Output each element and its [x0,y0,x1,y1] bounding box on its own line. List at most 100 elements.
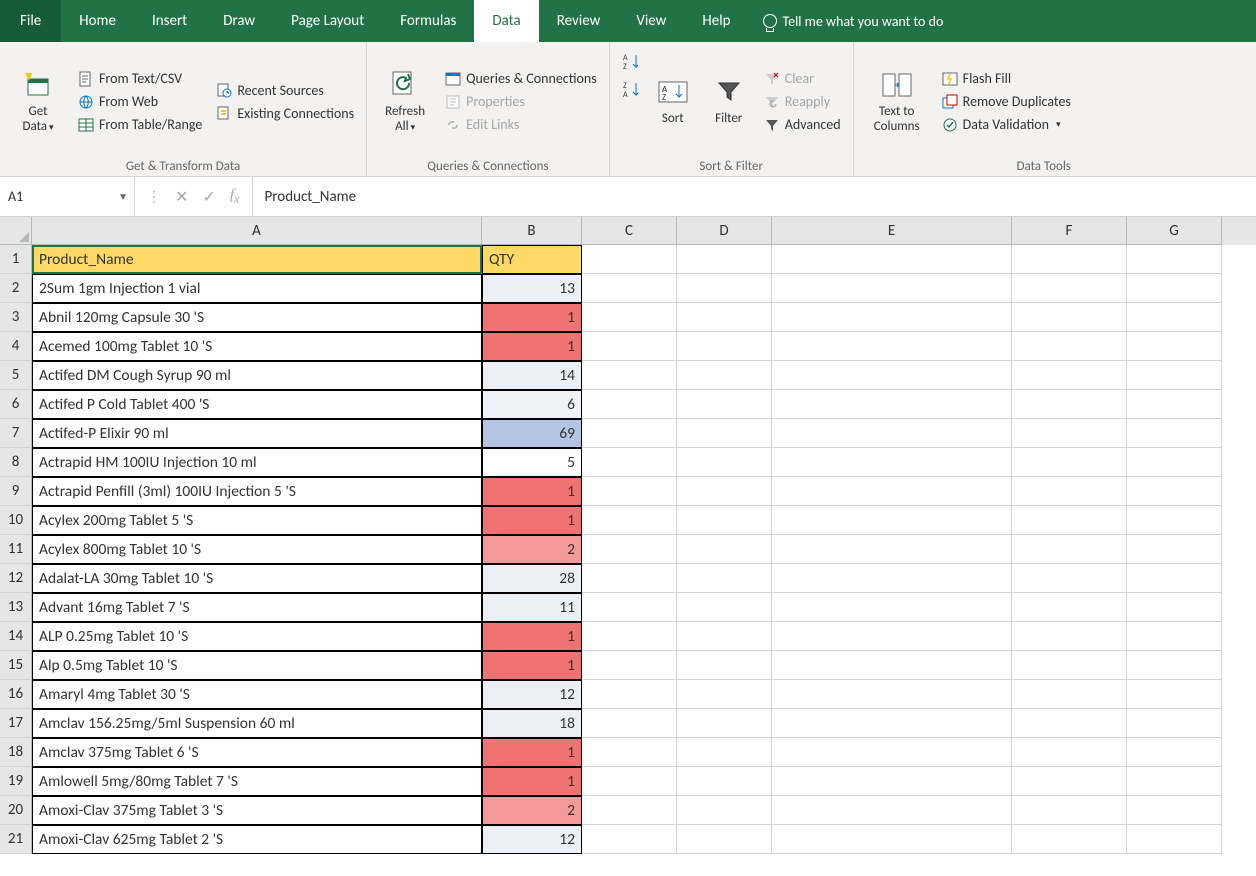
cell-G11[interactable] [1127,535,1222,564]
cell-G7[interactable] [1127,419,1222,448]
cell-E10[interactable] [772,506,1012,535]
cell-G5[interactable] [1127,361,1222,390]
column-header-C[interactable]: C [582,217,677,245]
cell-B3[interactable]: 1 [482,303,582,332]
column-header-F[interactable]: F [1012,217,1127,245]
cell-C7[interactable] [582,419,677,448]
row-header-19[interactable]: 19 [0,767,32,796]
refresh-all-button[interactable]: RefreshAll▾ [375,46,435,157]
recent-sources-button[interactable]: Recent Sources [212,80,358,101]
cell-C3[interactable] [582,303,677,332]
tab-review[interactable]: Review [539,0,619,42]
cell-F1[interactable] [1012,245,1127,274]
cell-A5[interactable]: Actifed DM Cough Syrup 90 ml [32,361,482,390]
column-header-G[interactable]: G [1127,217,1222,245]
sort-asc-button[interactable]: AZ [618,52,642,72]
cell-E8[interactable] [772,448,1012,477]
cell-E7[interactable] [772,419,1012,448]
cell-B18[interactable]: 1 [482,738,582,767]
cell-E6[interactable] [772,390,1012,419]
cell-A14[interactable]: ALP 0.25mg Tablet 10 'S [32,622,482,651]
tab-draw[interactable]: Draw [205,0,273,42]
cell-A7[interactable]: Actifed-P Elixir 90 ml [32,419,482,448]
cell-D2[interactable] [677,274,772,303]
cell-D15[interactable] [677,651,772,680]
cell-F13[interactable] [1012,593,1127,622]
cell-C18[interactable] [582,738,677,767]
cell-B20[interactable]: 2 [482,796,582,825]
tab-insert[interactable]: Insert [134,0,205,42]
cell-G16[interactable] [1127,680,1222,709]
cell-C8[interactable] [582,448,677,477]
cell-F6[interactable] [1012,390,1127,419]
cell-G9[interactable] [1127,477,1222,506]
cell-C6[interactable] [582,390,677,419]
cell-A4[interactable]: Acemed 100mg Tablet 10 'S [32,332,482,361]
name-box[interactable]: A1 ▼ [0,177,135,216]
cell-G20[interactable] [1127,796,1222,825]
cell-B21[interactable]: 12 [482,825,582,854]
cell-F16[interactable] [1012,680,1127,709]
cell-B9[interactable]: 1 [482,477,582,506]
cell-F5[interactable] [1012,361,1127,390]
cell-G17[interactable] [1127,709,1222,738]
row-header-12[interactable]: 12 [0,564,32,593]
tab-view[interactable]: View [618,0,684,42]
row-header-4[interactable]: 4 [0,332,32,361]
row-header-5[interactable]: 5 [0,361,32,390]
cell-C13[interactable] [582,593,677,622]
cell-B1[interactable]: QTY [482,245,582,274]
row-header-6[interactable]: 6 [0,390,32,419]
cell-G4[interactable] [1127,332,1222,361]
cell-D7[interactable] [677,419,772,448]
flash-fill-button[interactable]: Flash Fill [938,68,1075,89]
cell-G21[interactable] [1127,825,1222,854]
cell-A6[interactable]: Actifed P Cold Tablet 400 'S [32,390,482,419]
cell-E2[interactable] [772,274,1012,303]
data-validation-button[interactable]: Data Validation▾ [938,114,1075,135]
cell-E20[interactable] [772,796,1012,825]
row-header-7[interactable]: 7 [0,419,32,448]
cell-F14[interactable] [1012,622,1127,651]
cell-A3[interactable]: Abnil 120mg Capsule 30 'S [32,303,482,332]
tab-data[interactable]: Data [474,0,538,42]
cell-G13[interactable] [1127,593,1222,622]
cell-B10[interactable]: 1 [482,506,582,535]
cell-A17[interactable]: Amclav 156.25mg/5ml Suspension 60 ml [32,709,482,738]
cell-F12[interactable] [1012,564,1127,593]
cell-B15[interactable]: 1 [482,651,582,680]
cell-B11[interactable]: 2 [482,535,582,564]
cell-D10[interactable] [677,506,772,535]
cell-E15[interactable] [772,651,1012,680]
from-web-button[interactable]: From Web [74,91,206,112]
cell-D21[interactable] [677,825,772,854]
cell-E18[interactable] [772,738,1012,767]
column-header-B[interactable]: B [482,217,582,245]
tab-help[interactable]: Help [684,0,748,42]
row-header-9[interactable]: 9 [0,477,32,506]
cell-G8[interactable] [1127,448,1222,477]
cell-B2[interactable]: 13 [482,274,582,303]
cell-C19[interactable] [582,767,677,796]
column-header-D[interactable]: D [677,217,772,245]
row-header-16[interactable]: 16 [0,680,32,709]
cell-C2[interactable] [582,274,677,303]
cell-D20[interactable] [677,796,772,825]
cell-E9[interactable] [772,477,1012,506]
cell-G19[interactable] [1127,767,1222,796]
cell-E13[interactable] [772,593,1012,622]
cell-B6[interactable]: 6 [482,390,582,419]
row-header-20[interactable]: 20 [0,796,32,825]
cell-D13[interactable] [677,593,772,622]
cell-D16[interactable] [677,680,772,709]
cell-D14[interactable] [677,622,772,651]
filter-button[interactable]: Filter [704,46,754,157]
row-header-21[interactable]: 21 [0,825,32,854]
cell-B16[interactable]: 12 [482,680,582,709]
formula-bar-expand-icon[interactable]: ⋮ [147,188,161,205]
cell-C21[interactable] [582,825,677,854]
cell-D5[interactable] [677,361,772,390]
cell-F10[interactable] [1012,506,1127,535]
cell-C12[interactable] [582,564,677,593]
cell-G3[interactable] [1127,303,1222,332]
